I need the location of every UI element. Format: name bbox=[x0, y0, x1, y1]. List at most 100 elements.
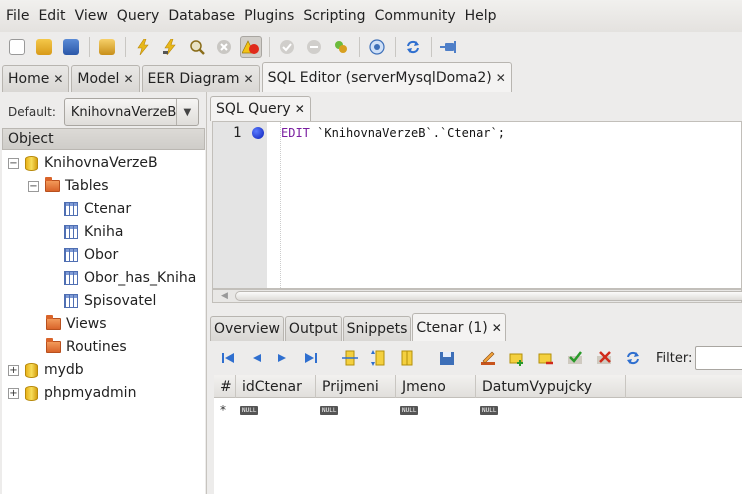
expand-icon[interactable]: + bbox=[8, 387, 19, 399]
tab-ctenar-result[interactable]: Ctenar (1) ✕ bbox=[412, 313, 506, 341]
autocommit-icon bbox=[335, 41, 347, 53]
tab-sql-query-label: SQL Query bbox=[216, 101, 291, 117]
code-line[interactable]: EDIT `KnihovnaVerzeB`.`Ctenar`; bbox=[281, 126, 505, 140]
export-button[interactable] bbox=[439, 349, 455, 367]
menu-help[interactable]: Help bbox=[465, 8, 503, 24]
toggle-error-button[interactable] bbox=[240, 36, 262, 58]
tree-node-spisovatel[interactable]: Spisovatel bbox=[64, 290, 156, 312]
tab-sql-query[interactable]: SQL Query ✕ bbox=[210, 96, 311, 121]
tree-node-phpmyadmin[interactable]: + phpmyadmin bbox=[8, 382, 136, 404]
pin-button[interactable] bbox=[438, 36, 460, 58]
close-icon[interactable]: ✕ bbox=[244, 72, 254, 86]
column-header-prijmeni[interactable]: Prijmeni bbox=[316, 375, 396, 398]
execute-current-button[interactable] bbox=[159, 36, 181, 58]
reconnect-button[interactable] bbox=[366, 36, 388, 58]
apply-changes-button[interactable] bbox=[567, 349, 583, 367]
execute-button[interactable] bbox=[132, 36, 154, 58]
editor-horizontal-scrollbar[interactable]: ◀ bbox=[212, 289, 742, 303]
tree-node-ctenar[interactable]: Ctenar bbox=[64, 198, 131, 220]
edit-row-button[interactable] bbox=[480, 349, 496, 367]
tab-overview[interactable]: Overview bbox=[210, 316, 284, 341]
tree-node-views[interactable]: Views bbox=[46, 313, 107, 335]
delete-row-button[interactable] bbox=[538, 349, 554, 367]
chevron-down-icon[interactable]: ▼ bbox=[175, 99, 198, 125]
next-row-button[interactable] bbox=[276, 349, 290, 367]
tree-node-kniha[interactable]: Kniha bbox=[64, 221, 123, 243]
default-schema-value: KnihovnaVerzeB bbox=[70, 104, 177, 120]
tree-node-routines[interactable]: Routines bbox=[46, 336, 127, 358]
scrollbar-thumb[interactable] bbox=[235, 291, 742, 301]
tree-node-tables[interactable]: − Tables bbox=[28, 175, 109, 197]
refresh-results-button[interactable] bbox=[625, 349, 641, 367]
column-header-idctenar[interactable]: idCtenar bbox=[236, 375, 316, 398]
commit-button[interactable] bbox=[276, 36, 298, 58]
default-schema-row: Default: KnihovnaVerzeB ▼ bbox=[8, 98, 199, 126]
menu-database[interactable]: Database bbox=[168, 8, 241, 24]
filter-input[interactable] bbox=[695, 346, 742, 370]
previous-row-button[interactable] bbox=[249, 349, 263, 367]
insert-row-button[interactable] bbox=[509, 349, 525, 367]
menu-edit[interactable]: Edit bbox=[38, 8, 71, 24]
collapse-icon[interactable]: − bbox=[28, 180, 39, 192]
rollback-icon bbox=[307, 40, 321, 54]
expand-icon[interactable]: + bbox=[8, 364, 19, 376]
fit-columns-button[interactable] bbox=[342, 349, 358, 367]
tab-eer-diagram-label: EER Diagram bbox=[147, 71, 240, 87]
tree-node-obor[interactable]: Obor bbox=[64, 244, 118, 266]
tab-home[interactable]: Home ✕ bbox=[2, 65, 70, 92]
table-row[interactable]: * NULL NULL NULL NULL bbox=[214, 399, 742, 421]
menu-plugins[interactable]: Plugins bbox=[244, 8, 300, 24]
snippet-button[interactable] bbox=[96, 36, 118, 58]
column-header-datumvypujcky[interactable]: DatumVypujcky bbox=[476, 375, 626, 398]
default-schema-select[interactable]: KnihovnaVerzeB ▼ bbox=[63, 98, 199, 126]
menu-community[interactable]: Community bbox=[375, 8, 462, 24]
tree-node-obor-has-kniha[interactable]: Obor_has_Kniha bbox=[64, 267, 196, 289]
breakpoint-icon[interactable] bbox=[252, 127, 264, 139]
database-icon bbox=[25, 155, 38, 171]
rollback-button[interactable] bbox=[303, 36, 325, 58]
first-row-button[interactable] bbox=[222, 349, 236, 367]
grid-cell[interactable]: NULL bbox=[396, 399, 476, 421]
close-icon[interactable]: ✕ bbox=[53, 72, 63, 86]
tree-node-knihovnaverzeb[interactable]: − KnihovnaVerzeB bbox=[8, 152, 158, 174]
menu-view[interactable]: View bbox=[75, 8, 114, 24]
tree-node-mydb[interactable]: + mydb bbox=[8, 359, 84, 381]
open-file-button[interactable] bbox=[33, 36, 55, 58]
explain-icon bbox=[190, 40, 205, 55]
sort-columns-button[interactable] bbox=[371, 349, 387, 367]
scroll-left-icon[interactable]: ◀ bbox=[221, 290, 228, 302]
menu-file[interactable]: File bbox=[6, 8, 35, 24]
last-row-button[interactable] bbox=[303, 349, 317, 367]
tab-home-label: Home bbox=[8, 71, 50, 87]
new-query-button[interactable] bbox=[6, 36, 28, 58]
column-view-button[interactable] bbox=[400, 349, 414, 367]
column-header-rownum[interactable]: # bbox=[214, 375, 236, 398]
explain-button[interactable] bbox=[186, 36, 208, 58]
folder-icon bbox=[46, 315, 61, 330]
tab-output[interactable]: Output bbox=[284, 316, 342, 341]
refresh-button[interactable] bbox=[402, 36, 424, 58]
grid-cell[interactable]: NULL bbox=[476, 399, 626, 421]
grid-cell[interactable]: NULL bbox=[236, 399, 316, 421]
menu-scripting[interactable]: Scripting bbox=[303, 8, 371, 24]
menu-query[interactable]: Query bbox=[117, 8, 166, 24]
collapse-icon[interactable]: − bbox=[8, 157, 19, 169]
close-icon[interactable]: ✕ bbox=[295, 102, 305, 116]
close-icon[interactable]: ✕ bbox=[492, 321, 502, 335]
tab-model[interactable]: Model ✕ bbox=[71, 65, 140, 92]
tree-node-label: Views bbox=[66, 316, 107, 332]
autocommit-button[interactable] bbox=[330, 36, 352, 58]
close-icon[interactable]: ✕ bbox=[123, 72, 133, 86]
tab-eer-diagram[interactable]: EER Diagram ✕ bbox=[141, 65, 260, 92]
column-header-jmeno[interactable]: Jmeno bbox=[396, 375, 476, 398]
stop-button[interactable] bbox=[213, 36, 235, 58]
tab-snippets[interactable]: Snippets bbox=[342, 316, 412, 341]
discard-changes-button[interactable] bbox=[596, 349, 612, 367]
sql-editor[interactable]: 1 EDIT `KnihovnaVerzeB`.`Ctenar`; bbox=[212, 121, 742, 289]
grid-cell[interactable]: NULL bbox=[316, 399, 396, 421]
save-file-button[interactable] bbox=[60, 36, 82, 58]
tab-sql-editor[interactable]: SQL Editor (serverMysqlDoma2) ✕ bbox=[261, 62, 512, 92]
object-column-header[interactable]: Object bbox=[2, 128, 205, 150]
close-icon[interactable]: ✕ bbox=[496, 71, 506, 85]
table-icon bbox=[64, 202, 78, 216]
